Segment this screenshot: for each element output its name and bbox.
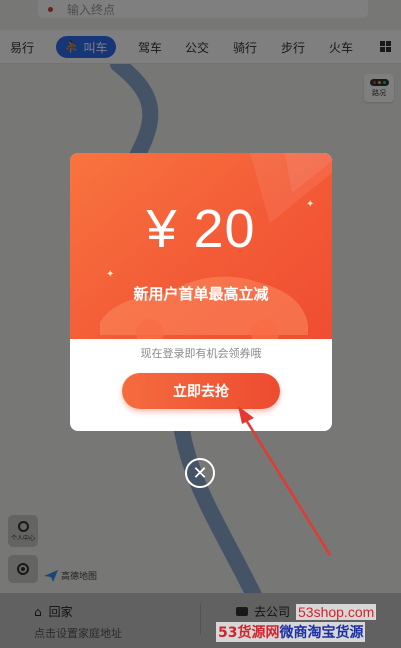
watermark-name: 53货源网微商淘宝货源: [216, 622, 366, 642]
watermark-site: 53shop.com: [296, 604, 377, 620]
watermark-name-part2: 微商淘宝货源: [279, 625, 364, 641]
watermark-name-part1: 53货源网: [218, 625, 280, 641]
annotation-arrow: [238, 406, 332, 556]
